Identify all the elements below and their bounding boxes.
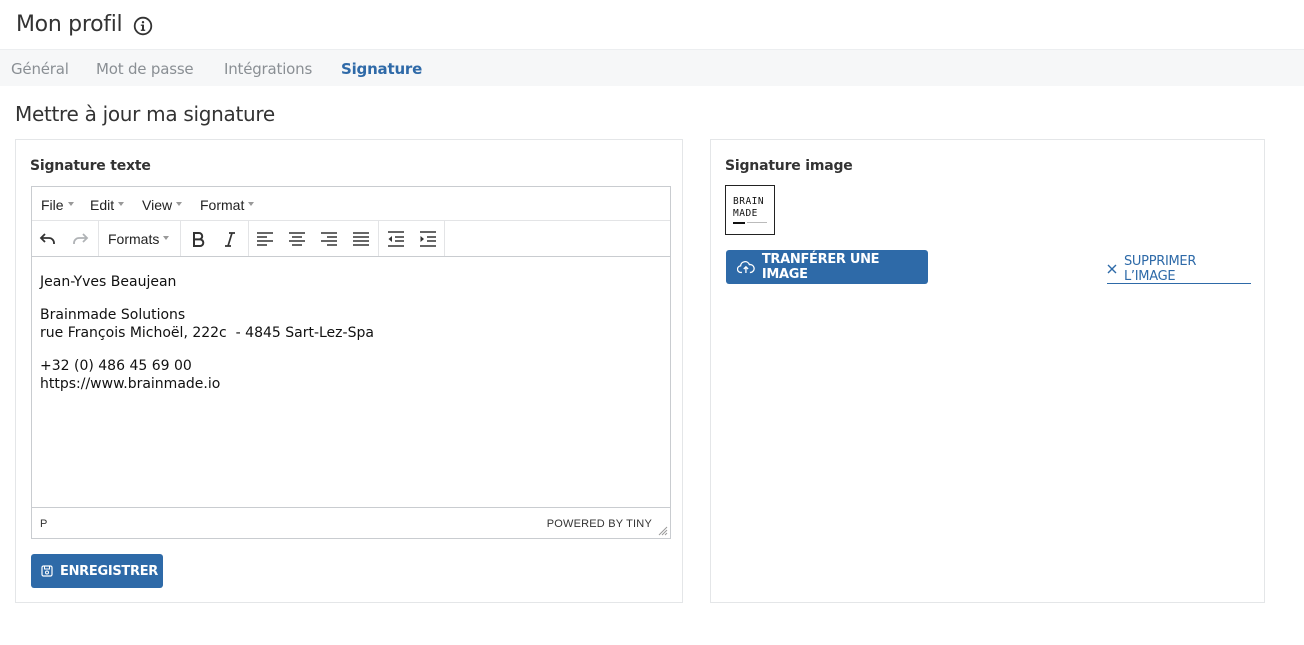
save-button-label: ENREGISTRER <box>60 563 158 579</box>
toolbar-divider <box>248 221 249 256</box>
signature-contact-paragraph: +32 (0) 486 45 69 00 https://www.brainma… <box>40 357 662 393</box>
signature-logo-image: BRAIN MADE <box>725 185 775 235</box>
align-right-button[interactable] <box>317 228 341 250</box>
section-title: Mettre à jour ma signature <box>15 102 275 126</box>
menu-format-label: Format <box>200 197 245 213</box>
element-path[interactable]: P <box>40 518 47 530</box>
text-signature-label: Signature texte <box>30 158 151 174</box>
formats-dropdown[interactable]: Formats <box>108 231 170 247</box>
align-left-button[interactable] <box>253 228 277 250</box>
page-header: Mon profil <box>0 0 1304 50</box>
delete-image-button[interactable]: SUPPRIMER L’IMAGE <box>1107 254 1251 284</box>
redo-button[interactable] <box>68 228 92 250</box>
toolbar-divider <box>98 221 99 256</box>
info-icon[interactable] <box>133 16 153 36</box>
menu-view[interactable]: View <box>142 197 183 213</box>
cloud-upload-icon <box>737 261 755 274</box>
tab-password[interactable]: Mot de passe <box>96 60 194 78</box>
chevron-down-icon <box>163 236 170 241</box>
align-left-icon <box>257 232 273 246</box>
signature-address-paragraph: Brainmade Solutions rue François Michoël… <box>40 306 662 342</box>
menu-edit-label: Edit <box>90 197 115 213</box>
bold-icon <box>193 232 205 247</box>
outdent-button[interactable] <box>384 228 408 250</box>
chevron-down-icon <box>248 202 255 207</box>
powered-by-link[interactable]: POWERED BY TINY <box>547 518 652 530</box>
signature-company: Brainmade Solutions <box>40 307 186 323</box>
align-justify-icon <box>353 232 369 246</box>
tab-integrations[interactable]: Intégrations <box>224 60 312 78</box>
page-title: Mon profil <box>16 12 123 37</box>
toolbar-divider <box>444 221 445 256</box>
delete-image-label: SUPPRIMER L’IMAGE <box>1123 253 1197 284</box>
bold-button[interactable] <box>186 228 210 250</box>
menu-view-label: View <box>142 197 173 213</box>
editor-statusbar: P POWERED BY TINY <box>32 507 670 538</box>
image-signature-label: Signature image <box>725 158 853 174</box>
logo-tagline <box>747 222 767 223</box>
toolbar-divider <box>180 221 181 256</box>
logo-line-1: BRAIN <box>733 196 765 207</box>
signature-name: Jean-Yves Beaujean <box>40 274 177 290</box>
chevron-down-icon <box>67 202 74 207</box>
editor-toolbar: Formats <box>32 221 670 257</box>
logo-underline <box>733 222 745 224</box>
indent-icon <box>420 231 436 247</box>
menu-format[interactable]: Format <box>200 197 255 213</box>
align-center-button[interactable] <box>285 228 309 250</box>
signature-phone: +32 (0) 486 45 69 00 <box>40 358 192 374</box>
align-center-icon <box>289 232 305 246</box>
italic-icon <box>225 232 235 247</box>
upload-image-label: TRANFÉRER UNE IMAGE <box>761 252 880 282</box>
logo-line-2: MADE <box>733 208 758 219</box>
signature-name-paragraph: Jean-Yves Beaujean <box>40 273 662 291</box>
save-button[interactable]: ENREGISTRER <box>31 554 163 588</box>
redo-icon <box>73 233 89 244</box>
toolbar-divider <box>378 221 379 256</box>
close-icon <box>1107 264 1117 273</box>
menu-file-label: File <box>41 197 64 213</box>
editor-content[interactable]: Jean-Yves Beaujean Brainmade Solutions r… <box>40 273 662 408</box>
tab-signature[interactable]: Signature <box>341 60 422 78</box>
undo-button[interactable] <box>36 228 60 250</box>
text-signature-panel: Signature texte File Edit View Format Fo… <box>15 139 683 603</box>
logo-text: BRAIN MADE <box>733 196 764 220</box>
menu-edit[interactable]: Edit <box>90 197 125 213</box>
indent-button[interactable] <box>416 228 440 250</box>
menu-file[interactable]: File <box>41 197 74 213</box>
outdent-icon <box>388 231 404 247</box>
undo-icon <box>39 233 55 244</box>
align-right-icon <box>321 232 337 246</box>
chevron-down-icon <box>176 202 183 207</box>
image-signature-panel: Signature image BRAIN MADE TRANFÉRER UNE… <box>710 139 1265 603</box>
save-icon <box>41 565 53 577</box>
chevron-down-icon <box>118 202 125 207</box>
rich-text-editor: File Edit View Format Formats Jean-Yves … <box>31 186 671 539</box>
tab-general[interactable]: Général <box>11 60 69 78</box>
italic-button[interactable] <box>218 228 242 250</box>
signature-address: rue François Michoël, 222c - 4845 Sart-L… <box>40 325 374 341</box>
resize-handle-icon[interactable] <box>658 526 668 536</box>
signature-website: https://www.brainmade.io <box>40 376 221 392</box>
editor-menubar: File Edit View Format <box>32 187 670 221</box>
align-justify-button[interactable] <box>349 228 373 250</box>
upload-image-button[interactable]: TRANFÉRER UNE IMAGE <box>726 250 928 284</box>
formats-label: Formats <box>108 231 160 247</box>
profile-tabs: Général Mot de passe Intégrations Signat… <box>0 50 1304 86</box>
